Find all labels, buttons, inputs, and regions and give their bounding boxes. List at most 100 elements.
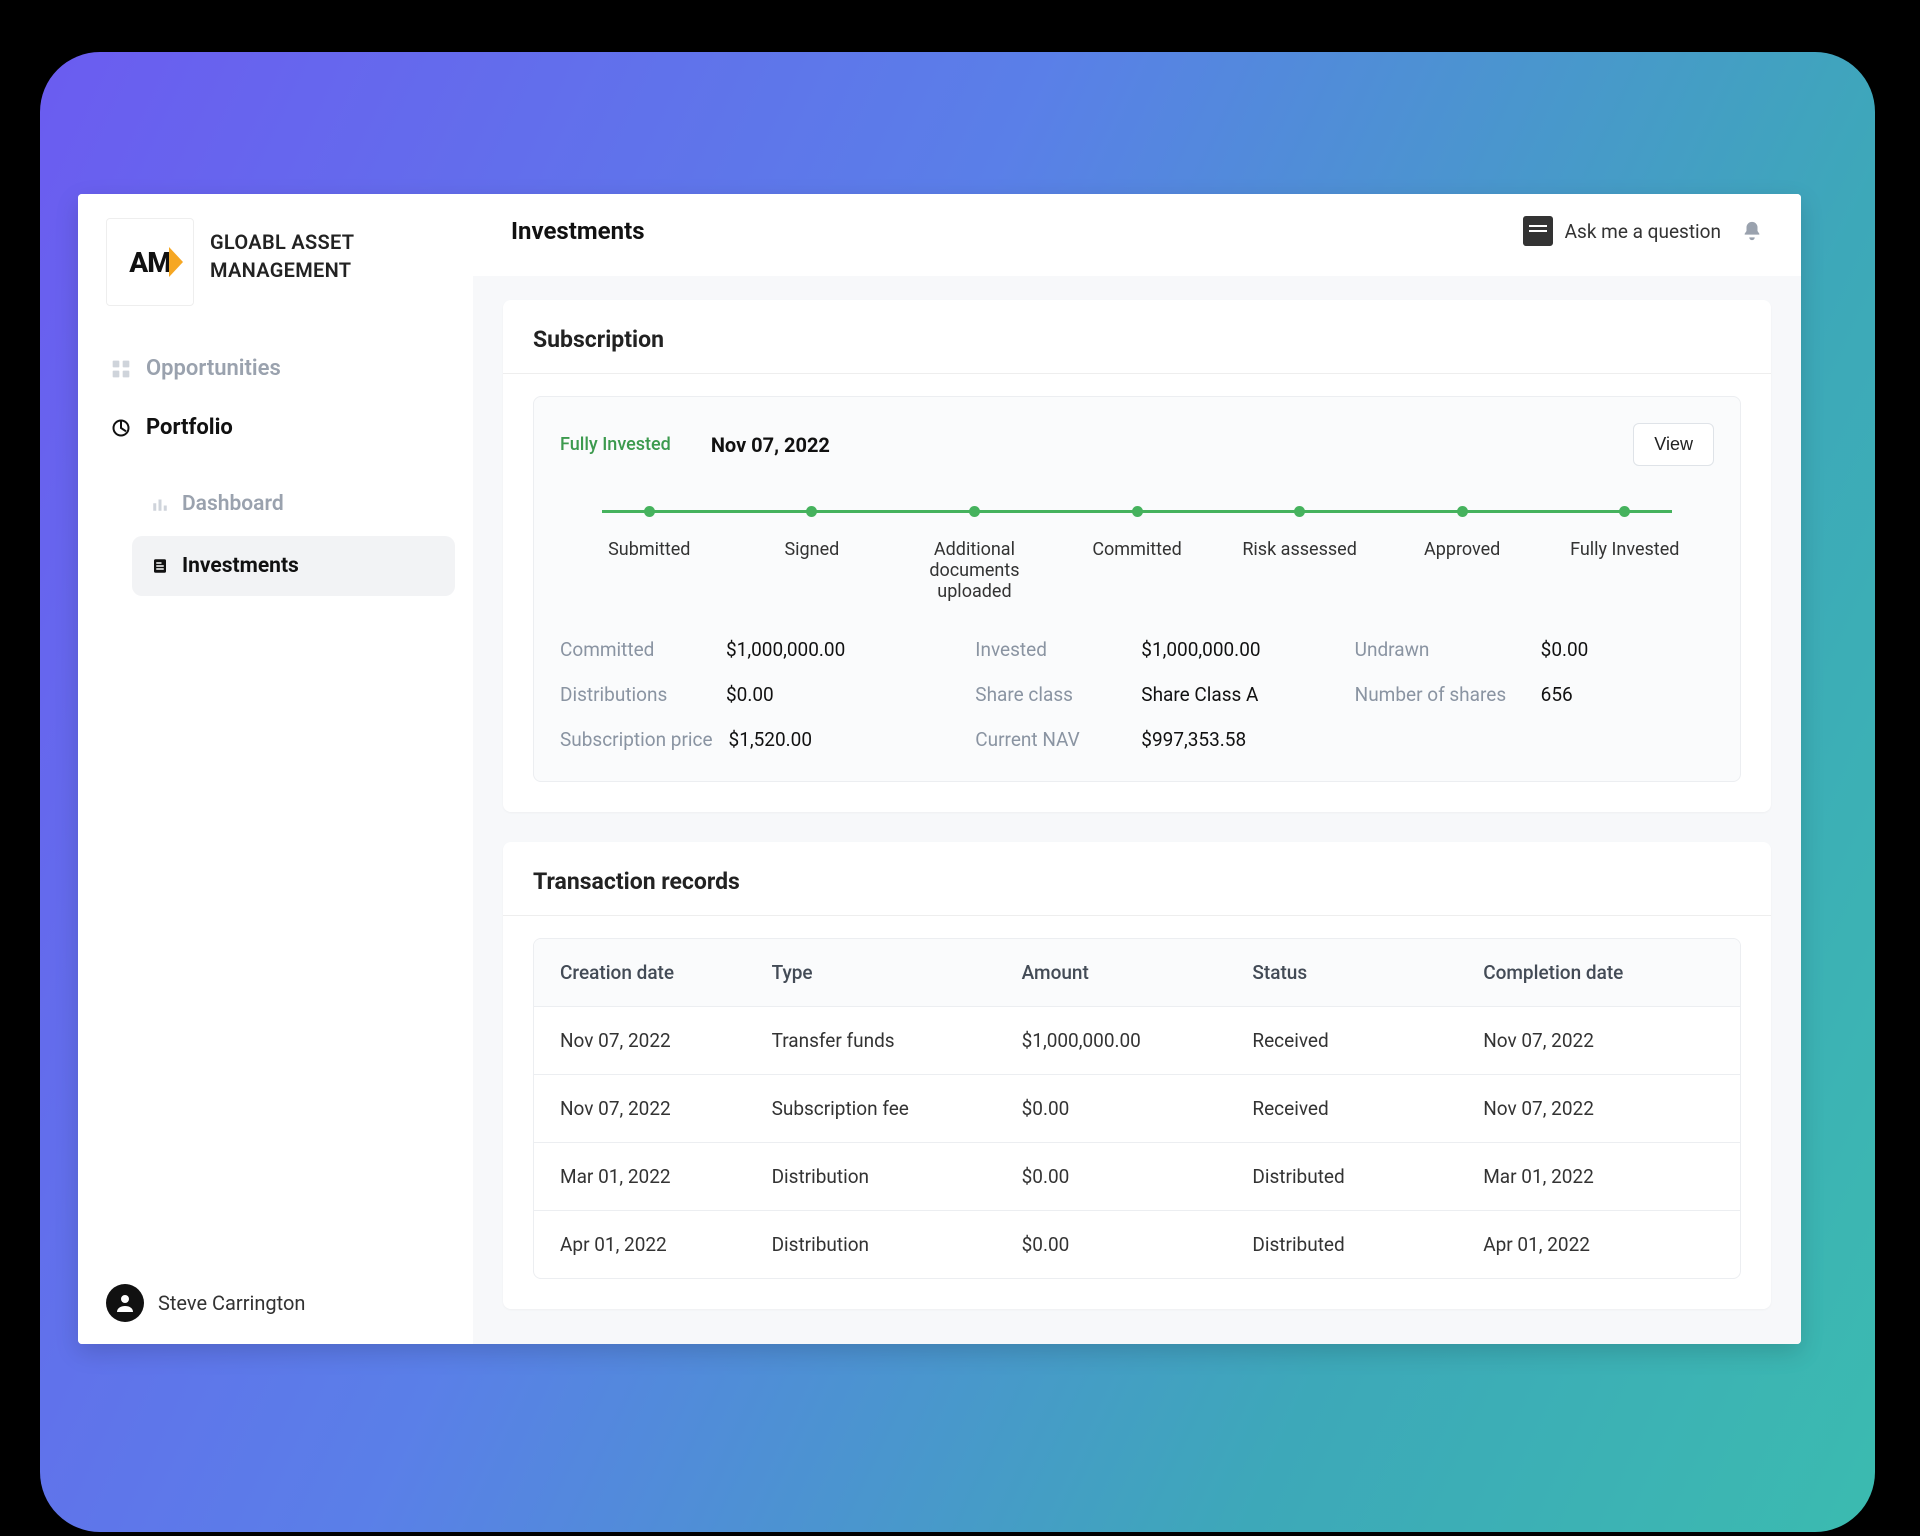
- cell-completion-date: Mar 01, 2022: [1483, 1165, 1714, 1188]
- kv-sub-price: Subscription price $1,520.00: [560, 728, 955, 751]
- brand-name-line2: MANAGEMENT: [210, 258, 351, 282]
- step-label: Approved: [1424, 539, 1500, 560]
- step-submitted: Submitted: [568, 506, 731, 602]
- step-dot-icon: [1294, 506, 1305, 517]
- cell-completion-date: Nov 07, 2022: [1483, 1097, 1714, 1120]
- cell-type: Distribution: [772, 1165, 1022, 1188]
- kv-label: Committed: [560, 638, 710, 661]
- cell-creation-date: Apr 01, 2022: [560, 1233, 772, 1256]
- sidebar: AM GLOABL ASSET MANAGEMENT Opportunities: [78, 194, 473, 1344]
- subscription-panel: Fully Invested Nov 07, 2022 View Submitt…: [533, 396, 1741, 782]
- user-name: Steve Carrington: [158, 1291, 305, 1315]
- nav-opportunities-label: Opportunities: [146, 356, 281, 381]
- portfolio-subnav: Dashboard Investments: [114, 474, 473, 596]
- subnav-dashboard[interactable]: Dashboard: [132, 474, 455, 534]
- nav-portfolio-label: Portfolio: [146, 415, 233, 440]
- kv-value: 656: [1541, 683, 1573, 706]
- brand-logo-text: AM: [129, 246, 170, 279]
- ask-question-label: Ask me a question: [1565, 220, 1721, 243]
- step-label: Risk assessed: [1242, 539, 1357, 560]
- col-creation-date: Creation date: [560, 961, 772, 984]
- kv-value: $1,000,000.00: [726, 638, 845, 661]
- step-label: Fully Invested: [1570, 539, 1679, 560]
- ask-question-button[interactable]: Ask me a question: [1523, 216, 1721, 246]
- transactions-title: Transaction records: [503, 842, 1771, 916]
- chat-icon: [1523, 216, 1553, 246]
- step-dot-icon: [1457, 506, 1468, 517]
- topbar-actions: Ask me a question: [1523, 216, 1763, 246]
- step-label: Signed: [784, 539, 839, 560]
- bell-icon[interactable]: [1741, 220, 1763, 242]
- page-title: Investments: [511, 217, 645, 245]
- cell-status: Received: [1252, 1029, 1483, 1052]
- nav-opportunities[interactable]: Opportunities: [96, 342, 455, 395]
- cell-amount: $0.00: [1022, 1097, 1253, 1120]
- table-header: Creation date Type Amount Status Complet…: [534, 939, 1740, 1007]
- cell-creation-date: Mar 01, 2022: [560, 1165, 772, 1188]
- col-type: Type: [772, 961, 1022, 984]
- cell-amount: $0.00: [1022, 1233, 1253, 1256]
- avatar: [106, 1284, 144, 1322]
- kv-label: Invested: [975, 638, 1125, 661]
- subnav-investments-label: Investments: [182, 554, 299, 578]
- kv-label: Share class: [975, 683, 1125, 706]
- subscription-card: Subscription Fully Invested Nov 07, 2022…: [503, 300, 1771, 812]
- transactions-card: Transaction records Creation date Type A…: [503, 842, 1771, 1309]
- kv-distributions: Distributions$0.00: [560, 683, 955, 706]
- view-button[interactable]: View: [1633, 423, 1714, 466]
- cell-completion-date: Nov 07, 2022: [1483, 1029, 1714, 1052]
- primary-nav: Opportunities Portfolio: [78, 342, 473, 454]
- subscription-metrics: Committed $1,000,000.00 Invested$1,000,00…: [560, 638, 1714, 751]
- cell-creation-date: Nov 07, 2022: [560, 1097, 772, 1120]
- document-icon: [150, 556, 170, 576]
- kv-value: $0.00: [1541, 638, 1589, 661]
- kv-label: Number of shares: [1355, 683, 1525, 706]
- subscription-date: Nov 07, 2022: [711, 433, 830, 457]
- step-fully-invested: Fully Invested: [1543, 506, 1706, 602]
- step-dot-icon: [1132, 506, 1143, 517]
- topbar: Investments Ask me a question: [473, 194, 1801, 276]
- main: Investments Ask me a question Subscripti…: [473, 194, 1801, 1344]
- user-bar[interactable]: Steve Carrington: [78, 1262, 473, 1344]
- kv-label: Distributions: [560, 683, 710, 706]
- kv-value: $997,353.58: [1141, 728, 1246, 751]
- subscription-status: Fully Invested: [560, 434, 671, 455]
- step-label: Committed: [1092, 539, 1181, 560]
- brand: AM GLOABL ASSET MANAGEMENT: [78, 194, 473, 342]
- cell-completion-date: Apr 01, 2022: [1483, 1233, 1714, 1256]
- kv-label: Subscription price: [560, 728, 713, 751]
- nav-portfolio[interactable]: Portfolio: [96, 401, 455, 454]
- bar-chart-icon: [150, 494, 170, 514]
- table-row[interactable]: Mar 01, 2022 Distribution $0.00 Distribu…: [534, 1143, 1740, 1211]
- kv-label: Current NAV: [975, 728, 1125, 751]
- step-dot-icon: [806, 506, 817, 517]
- brand-name: GLOABL ASSET MANAGEMENT: [210, 218, 354, 284]
- kv-undrawn: Undrawn$0.00: [1355, 638, 1714, 661]
- brand-name-line1: GLOABL ASSET: [210, 230, 354, 254]
- cell-type: Distribution: [772, 1233, 1022, 1256]
- cell-amount: $1,000,000.00: [1022, 1029, 1253, 1052]
- col-completion-date: Completion date: [1483, 961, 1714, 984]
- app-window: AM GLOABL ASSET MANAGEMENT Opportunities: [78, 194, 1801, 1344]
- brand-logo: AM: [106, 218, 194, 306]
- cell-type: Transfer funds: [772, 1029, 1022, 1052]
- progress-stepper: Submitted Signed Additional documents up…: [568, 506, 1706, 602]
- kv-committed: Committed $1,000,000.00: [560, 638, 955, 661]
- cell-amount: $0.00: [1022, 1165, 1253, 1188]
- kv-invested: Invested$1,000,000.00: [975, 638, 1334, 661]
- step-dot-icon: [644, 506, 655, 517]
- step-approved: Approved: [1381, 506, 1544, 602]
- subnav-investments[interactable]: Investments: [132, 536, 455, 596]
- cell-status: Distributed: [1252, 1233, 1483, 1256]
- step-committed: Committed: [1056, 506, 1219, 602]
- col-status: Status: [1252, 961, 1483, 984]
- subscription-summary-row: Fully Invested Nov 07, 2022 View: [560, 423, 1714, 466]
- table-row[interactable]: Nov 07, 2022 Subscription fee $0.00 Rece…: [534, 1075, 1740, 1143]
- kv-value: Share Class A: [1141, 683, 1258, 706]
- kv-value: $1,520.00: [729, 728, 813, 751]
- gradient-frame: AM GLOABL ASSET MANAGEMENT Opportunities: [40, 52, 1875, 1532]
- col-amount: Amount: [1022, 961, 1253, 984]
- kv-current-nav: Current NAV $997,353.58: [975, 728, 1334, 751]
- table-row[interactable]: Apr 01, 2022 Distribution $0.00 Distribu…: [534, 1211, 1740, 1278]
- table-row[interactable]: Nov 07, 2022 Transfer funds $1,000,000.0…: [534, 1007, 1740, 1075]
